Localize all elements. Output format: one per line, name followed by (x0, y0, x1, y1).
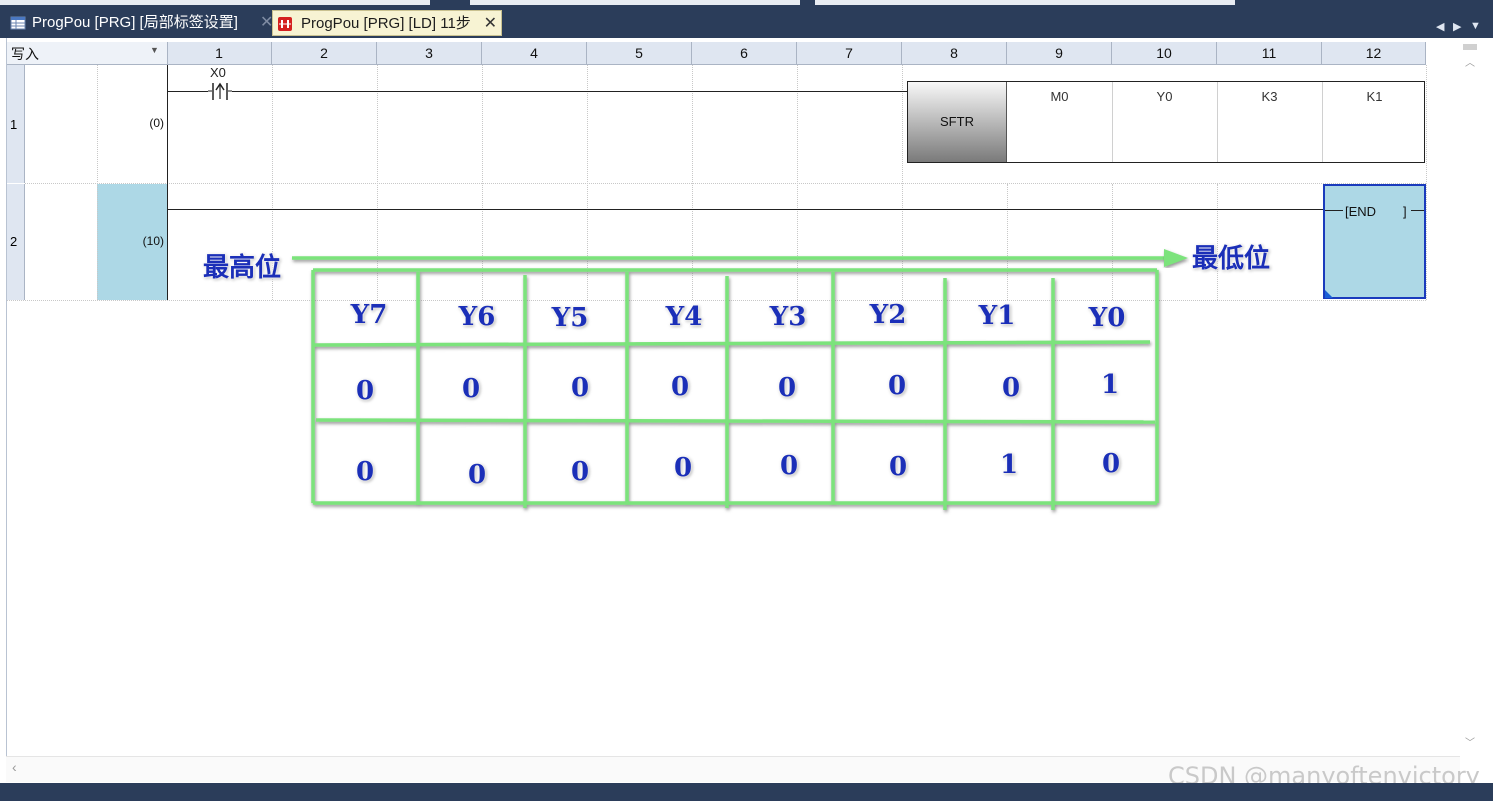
row-divider (7, 300, 1426, 301)
toolbar-buttons-left[interactable] (0, 0, 430, 5)
tab-ladder-program[interactable]: ProgPou [PRG] [LD] 11步 ✕ (272, 10, 502, 36)
column-number: 9 (1007, 42, 1112, 64)
contact-device-label: X0 (210, 65, 226, 80)
column-number: 1 (167, 42, 272, 64)
column-number: 2 (272, 42, 377, 64)
column-number: 4 (482, 42, 587, 64)
end-instruction-cell[interactable]: [END ] (1323, 184, 1426, 299)
operand-2: Y0 (1156, 89, 1173, 104)
operand-3: K3 (1261, 89, 1278, 104)
tab-prev-icon[interactable]: ◀ (1436, 20, 1444, 33)
column-number: 8 (902, 42, 1007, 64)
row-number[interactable]: 2 (7, 184, 25, 300)
toolbar-strip (0, 0, 1493, 8)
row-divider (25, 183, 1426, 184)
toolbar-buttons-right[interactable] (815, 0, 1235, 5)
grid-line (587, 65, 588, 300)
column-number: 12 (1322, 42, 1426, 64)
operand-1: M0 (1050, 89, 1069, 104)
grid-line (797, 65, 798, 300)
operand-4: K1 (1366, 89, 1383, 104)
ladder-icon (278, 17, 292, 31)
scroll-left-icon[interactable]: ‹ (12, 759, 17, 775)
tab-label: ProgPou [PRG] [LD] 11步 (301, 15, 471, 32)
chevron-down-icon: ▼ (150, 45, 159, 55)
step-number: (0) (149, 116, 164, 130)
instruction-name-cell[interactable]: SFTR (908, 82, 1007, 162)
corner-marker-icon (1325, 290, 1333, 298)
end-bracket: ] (1403, 204, 1407, 219)
column-number: 6 (692, 42, 797, 64)
toolbar-buttons-middle[interactable] (470, 0, 800, 5)
rung-wire (167, 209, 1323, 210)
ladder-editor[interactable]: 写入 ▼ 1 2 3 4 5 6 7 8 9 10 11 12 1 (0) 2 … (6, 38, 1487, 781)
grid-line (1217, 184, 1218, 300)
column-number: 7 (797, 42, 902, 64)
status-bar (0, 783, 1493, 801)
grid-line (1007, 184, 1008, 300)
left-power-rail (167, 65, 168, 300)
tab-local-label-settings[interactable]: ProgPou [PRG] [局部标签设置] ✕ (6, 10, 273, 36)
column-number: 5 (587, 42, 692, 64)
step-number: (10) (142, 234, 164, 248)
end-wire (1411, 210, 1424, 211)
column-number: 11 (1217, 42, 1322, 64)
grid-line (272, 65, 273, 300)
rung-wire (167, 91, 907, 92)
grid-line (1112, 184, 1113, 300)
instruction-block[interactable]: SFTR M0 Y0 K3 K1 (907, 81, 1425, 163)
scroll-up-icon[interactable]: ︿ (1465, 54, 1475, 69)
close-icon[interactable]: ✕ (484, 11, 497, 37)
column-header: 写入 ▼ 1 2 3 4 5 6 7 8 9 10 11 12 (7, 42, 1426, 65)
tab-next-icon[interactable]: ▶ (1453, 20, 1461, 33)
instruction-name: SFTR (940, 114, 974, 129)
tab-menu-icon[interactable]: ▼ (1470, 20, 1481, 32)
grid-line (377, 65, 378, 300)
grid-line (692, 65, 693, 300)
column-number: 3 (377, 42, 482, 64)
mode-label: 写入 (11, 46, 39, 62)
rising-edge-contact-icon[interactable] (208, 82, 232, 102)
table-icon (10, 16, 26, 30)
vertical-scrollbar[interactable]: ︿ ﹀ (1460, 38, 1480, 758)
row-number[interactable]: 1 (7, 65, 25, 183)
grid-line (482, 65, 483, 300)
tab-label: ProgPou [PRG] [局部标签设置] (32, 14, 238, 31)
column-number: 10 (1112, 42, 1217, 64)
end-wire (1325, 210, 1343, 211)
scroll-down-icon[interactable]: ﹀ (1465, 734, 1475, 749)
scrollbar-thumb[interactable] (1463, 44, 1477, 50)
grid-line (902, 65, 903, 300)
end-instruction-label: [END (1345, 204, 1377, 219)
mode-selector[interactable]: 写入 ▼ (7, 42, 168, 64)
document-tab-bar: ProgPou [PRG] [局部标签设置] ✕ ProgPou [PRG] [… (0, 8, 1493, 38)
grid-line (97, 65, 98, 300)
